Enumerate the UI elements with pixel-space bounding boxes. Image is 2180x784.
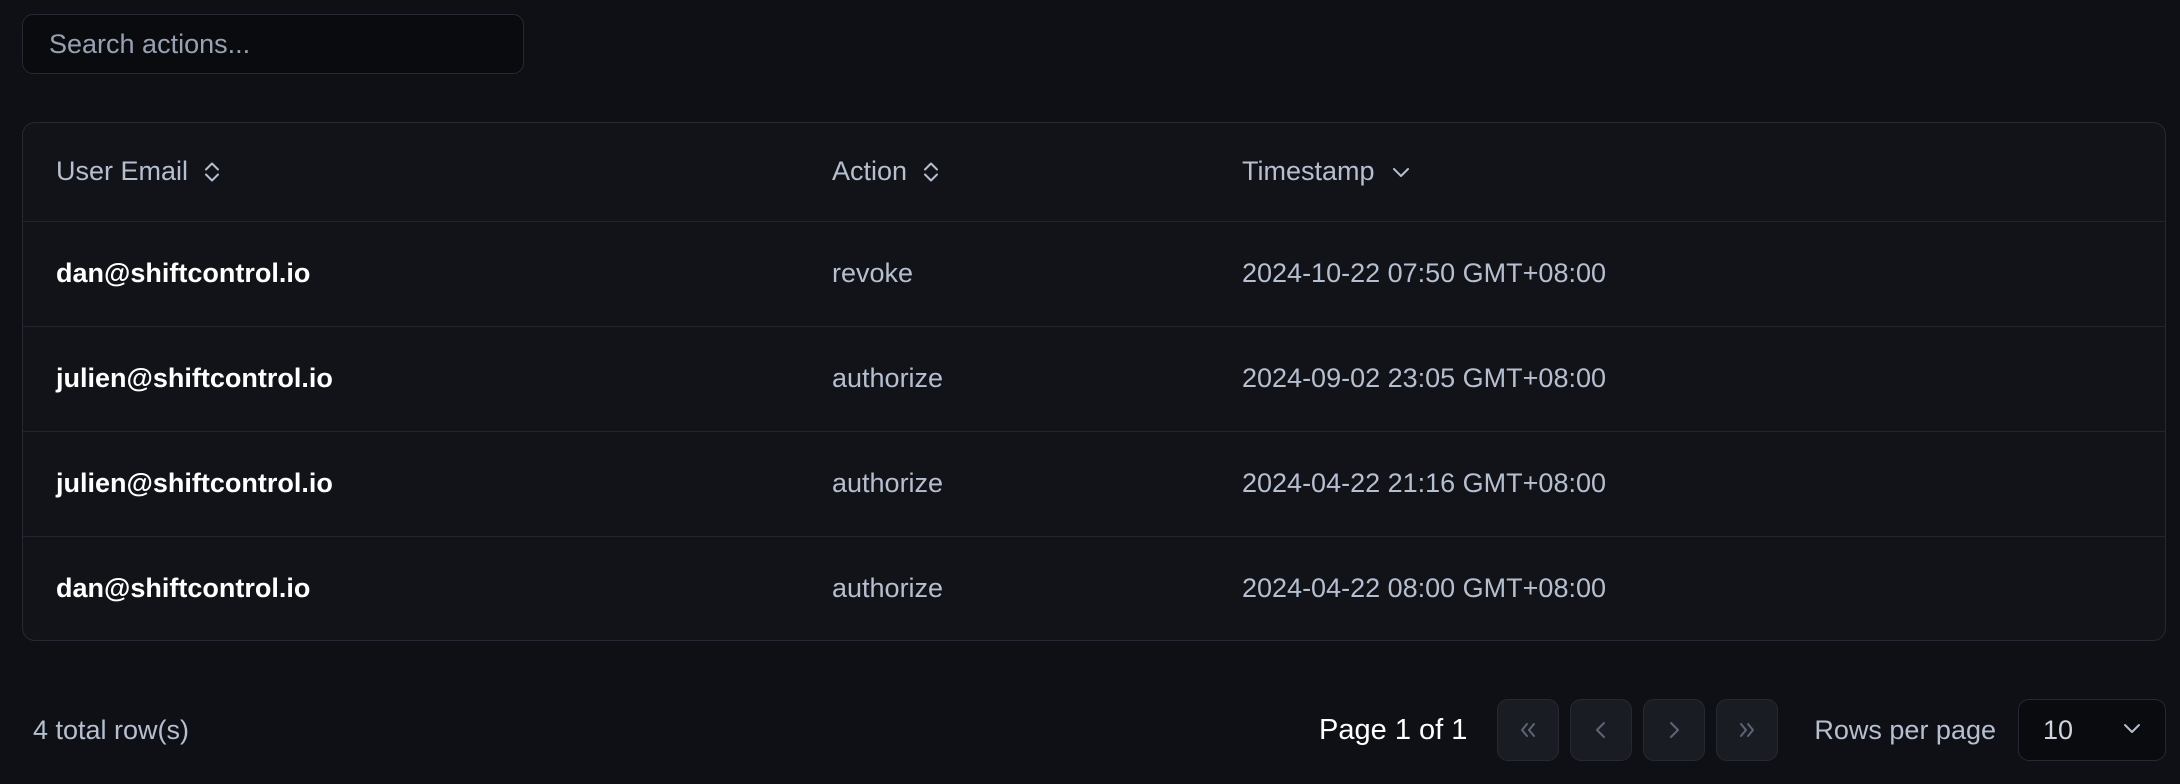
cell-user-email: dan@shiftcontrol.io xyxy=(23,221,799,326)
column-header-timestamp[interactable]: Timestamp xyxy=(1209,123,2165,221)
column-header-label: Timestamp xyxy=(1242,156,1375,187)
rows-per-page-value: 10 xyxy=(2043,715,2073,746)
page-indicator: Page 1 of 1 xyxy=(1319,714,1467,747)
table-header-row: User Email Action xyxy=(23,123,2165,221)
cell-timestamp: 2024-10-22 07:50 GMT+08:00 xyxy=(1209,221,2165,326)
chevron-right-icon xyxy=(1661,717,1687,743)
chevron-down-icon[interactable] xyxy=(1388,159,1414,185)
column-header-action[interactable]: Action xyxy=(799,123,1209,221)
column-header-label: User Email xyxy=(56,156,188,187)
table-row[interactable]: dan@shiftcontrol.io revoke 2024-10-22 07… xyxy=(23,221,2165,326)
chevron-up-down-icon[interactable] xyxy=(920,158,942,186)
table-card: User Email Action xyxy=(22,122,2166,641)
search-input[interactable] xyxy=(22,14,524,74)
chevrons-right-icon xyxy=(1734,717,1760,743)
table-toolbar xyxy=(22,14,2158,78)
cell-action: authorize xyxy=(799,536,1209,641)
table-header: User Email Action xyxy=(23,123,2165,221)
table-body: dan@shiftcontrol.io revoke 2024-10-22 07… xyxy=(23,221,2165,641)
column-header-label: Action xyxy=(832,156,907,187)
sort-control-user-email[interactable]: User Email xyxy=(56,156,223,187)
rows-per-page-label: Rows per page xyxy=(1814,715,1996,746)
table-footer: 4 total row(s) Page 1 of 1 xyxy=(22,690,2166,770)
previous-page-button[interactable] xyxy=(1570,699,1632,761)
table-row[interactable]: julien@shiftcontrol.io authorize 2024-09… xyxy=(23,326,2165,431)
cell-user-email: julien@shiftcontrol.io xyxy=(23,326,799,431)
next-page-button[interactable] xyxy=(1643,699,1705,761)
cell-action: revoke xyxy=(799,221,1209,326)
cell-user-email: dan@shiftcontrol.io xyxy=(23,536,799,641)
audit-log-table-page: User Email Action xyxy=(0,0,2180,784)
chevrons-left-icon xyxy=(1515,717,1541,743)
pagination-controls: Page 1 of 1 xyxy=(1319,699,2166,761)
chevron-down-icon[interactable] xyxy=(2119,715,2145,746)
sort-control-action[interactable]: Action xyxy=(832,156,942,187)
cell-timestamp: 2024-04-22 21:16 GMT+08:00 xyxy=(1209,431,2165,536)
total-rows-label: 4 total row(s) xyxy=(33,715,189,746)
sort-control-timestamp[interactable]: Timestamp xyxy=(1242,156,1414,187)
cell-action: authorize xyxy=(799,326,1209,431)
audit-log-table: User Email Action xyxy=(23,123,2165,641)
cell-timestamp: 2024-09-02 23:05 GMT+08:00 xyxy=(1209,326,2165,431)
chevron-left-icon xyxy=(1588,717,1614,743)
first-page-button[interactable] xyxy=(1497,699,1559,761)
table-row[interactable]: julien@shiftcontrol.io authorize 2024-04… xyxy=(23,431,2165,536)
cell-action: authorize xyxy=(799,431,1209,536)
column-header-user-email[interactable]: User Email xyxy=(23,123,799,221)
table-row[interactable]: dan@shiftcontrol.io authorize 2024-04-22… xyxy=(23,536,2165,641)
rows-per-page-select[interactable]: 10 xyxy=(2018,699,2166,761)
chevron-up-down-icon[interactable] xyxy=(201,158,223,186)
cell-timestamp: 2024-04-22 08:00 GMT+08:00 xyxy=(1209,536,2165,641)
cell-user-email: julien@shiftcontrol.io xyxy=(23,431,799,536)
last-page-button[interactable] xyxy=(1716,699,1778,761)
